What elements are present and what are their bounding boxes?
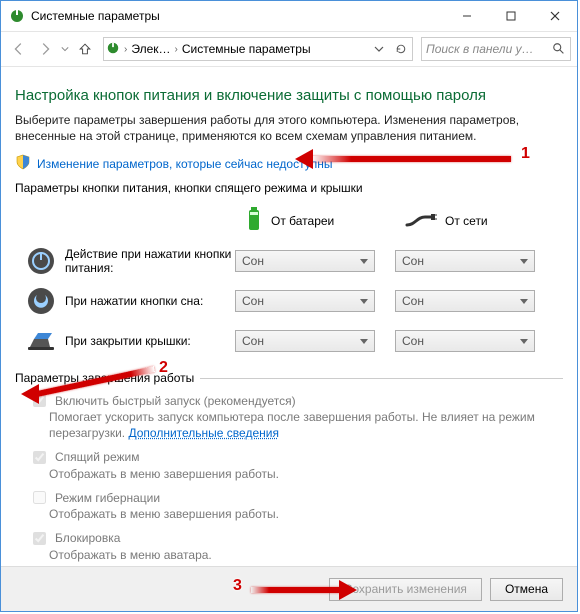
hibernate-checkbox xyxy=(33,491,46,504)
lid-battery-combo[interactable]: Сон xyxy=(235,330,375,352)
sleep-button-ac-combo[interactable]: Сон xyxy=(395,290,535,312)
fast-startup-checkbox xyxy=(33,394,46,407)
maximize-button[interactable] xyxy=(489,1,533,31)
up-button[interactable] xyxy=(73,37,97,61)
close-button[interactable] xyxy=(533,1,577,31)
power-button-icon xyxy=(25,245,57,277)
plug-icon xyxy=(405,211,437,232)
titlebar: Системные параметры xyxy=(1,1,577,32)
lid-close-label: При закрытии крышки: xyxy=(65,334,235,348)
sleep-title: Спящий режим xyxy=(55,450,139,464)
more-info-link[interactable]: Дополнительные сведения xyxy=(128,426,278,440)
lid-ac-combo[interactable]: Сон xyxy=(395,330,535,352)
cancel-button[interactable]: Отмена xyxy=(490,578,563,601)
refresh-button[interactable] xyxy=(392,39,410,59)
app-icon xyxy=(9,8,25,24)
window-title: Системные параметры xyxy=(31,9,445,23)
address-dropdown[interactable] xyxy=(370,39,388,59)
lock-desc: Отображать в меню аватара. xyxy=(49,548,563,564)
battery-column-label: От батареи xyxy=(271,214,334,228)
separator xyxy=(200,378,563,379)
battery-icon xyxy=(245,206,263,237)
sleep-button-battery-combo[interactable]: Сон xyxy=(235,290,375,312)
power-options-icon xyxy=(106,41,120,58)
lock-title: Блокировка xyxy=(55,531,120,545)
change-unavailable-link[interactable]: Изменение параметров, которые сейчас нед… xyxy=(37,157,333,171)
sleep-button-label: При нажатии кнопки сна: xyxy=(65,294,235,308)
hibernate-title: Режим гибернации xyxy=(55,491,160,505)
sleep-desc: Отображать в меню завершения работы. xyxy=(49,467,563,483)
sleep-button-icon xyxy=(25,285,57,317)
laptop-lid-icon xyxy=(25,325,57,357)
power-options-window: Системные параметры › Элек… xyxy=(0,0,578,612)
row-sleep-button: При нажатии кнопки сна: Сон Сон xyxy=(15,281,563,321)
breadcrumb[interactable]: Системные параметры xyxy=(182,42,311,56)
breadcrumb[interactable]: Элек… xyxy=(131,42,170,56)
row-lid-close: При закрытии крышки: Сон Сон xyxy=(15,321,563,361)
columns-header: От батареи От сети xyxy=(15,201,563,241)
search-icon xyxy=(552,42,566,56)
shield-icon xyxy=(15,154,31,173)
back-button[interactable] xyxy=(7,37,31,61)
sleep-checkbox xyxy=(33,451,46,464)
fast-startup-title: Включить быстрый запуск (рекомендуется) xyxy=(55,394,296,408)
navbar: › Элек… › Системные параметры Поиск в па… xyxy=(1,32,577,67)
save-button[interactable]: Сохранить изменения xyxy=(329,578,482,601)
ac-column-label: От сети xyxy=(445,214,488,228)
address-bar[interactable]: › Элек… › Системные параметры xyxy=(103,37,413,61)
section-buttons-label: Параметры кнопки питания, кнопки спящего… xyxy=(15,181,563,195)
power-button-ac-combo[interactable]: Сон xyxy=(395,250,535,272)
lock-checkbox xyxy=(33,532,46,545)
forward-button[interactable] xyxy=(33,37,57,61)
chevron-right-icon: › xyxy=(175,44,178,55)
content-area: Настройка кнопок питания и включение защ… xyxy=(1,67,577,569)
chevron-right-icon: › xyxy=(124,44,127,55)
shutdown-group-label: Параметры завершения работы xyxy=(15,371,194,385)
history-dropdown[interactable] xyxy=(59,37,71,61)
fast-startup-desc: Помогает ускорить запуск компьютера посл… xyxy=(49,410,535,440)
page-title: Настройка кнопок питания и включение защ… xyxy=(15,87,563,104)
minimize-button[interactable] xyxy=(445,1,489,31)
intro-text: Выберите параметры завершения работы для… xyxy=(15,112,563,144)
hibernate-desc: Отображать в меню завершения работы. xyxy=(49,507,563,523)
search-input[interactable]: Поиск в панели у… xyxy=(421,37,571,61)
power-button-battery-combo[interactable]: Сон xyxy=(235,250,375,272)
power-button-label: Действие при нажатии кнопки питания: xyxy=(65,247,235,276)
button-bar: Сохранить изменения Отмена xyxy=(1,566,577,611)
search-placeholder: Поиск в панели у… xyxy=(426,42,552,56)
row-power-button: Действие при нажатии кнопки питания: Сон… xyxy=(15,241,563,281)
